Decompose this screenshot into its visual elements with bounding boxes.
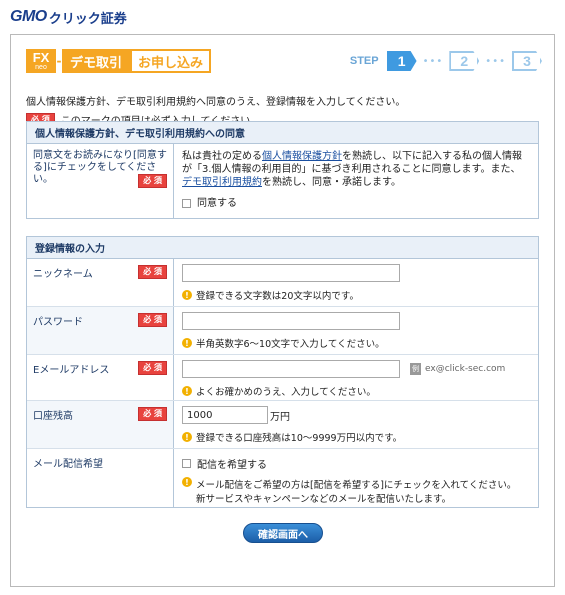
demo-title: デモ取引 <box>62 49 131 73</box>
email-row: Eメールアドレス 必 須 例 ex@click-sec.com ! よくお確かめ… <box>27 355 538 401</box>
info-icon: ! <box>182 432 192 442</box>
page-header: FX neo - デモ取引 お申し込み <box>26 49 212 73</box>
nickname-input[interactable] <box>182 264 400 282</box>
password-label: パスワード <box>33 317 83 328</box>
password-hint-text: 半角英数字6～10文字で入力してください。 <box>196 339 385 350</box>
info-icon: ! <box>182 338 192 348</box>
consent-body: 私は貴社の定める個人情報保護方針を熟読し、以下に記入する私の個人情報が「3.個人… <box>174 144 538 218</box>
consent-title: 個人情報保護方針、デモ取引利用規約への同意 <box>27 122 538 144</box>
balance-hint-text: 登録できる口座残高は10～9999万円以内です。 <box>196 433 403 444</box>
nickname-row: ニックネーム 必 須 ! 登録できる文字数は20文字以内です。 <box>27 259 538 307</box>
balance-row: 口座残高 必 須 1000 万円 ! 登録できる口座残高は10～9999万円以内… <box>27 401 538 449</box>
privacy-policy-link[interactable]: 個人情報保護方針 <box>262 151 342 162</box>
email-label: Eメールアドレス <box>33 365 110 376</box>
consent-section: 個人情報保護方針、デモ取引利用規約への同意 同意文をお読みになり[同意する]にチ… <box>26 121 539 219</box>
password-row: パスワード 必 須 ! 半角英数字6～10文字で入力してください。 <box>27 307 538 355</box>
required-badge: 必 須 <box>138 361 167 375</box>
demo-terms-link[interactable]: デモ取引利用規約 <box>182 177 262 188</box>
balance-unit: 万円 <box>270 411 290 423</box>
info-icon: ! <box>182 290 192 300</box>
mail-hint: ! メール配信をご希望の方は[配信を希望する]にチェックを入れてください。 新サ… <box>182 477 530 505</box>
info-icon: ! <box>182 386 192 396</box>
agree-checkbox[interactable] <box>182 199 191 208</box>
nickname-hint-text: 登録できる文字数は20文字以内です。 <box>196 291 359 302</box>
logo-brand: GMO <box>10 8 47 25</box>
example-badge: 例 <box>410 363 421 375</box>
logo: GMO クリック証券 <box>10 6 127 28</box>
apply-title: お申し込み <box>130 49 212 73</box>
balance-input[interactable]: 1000 <box>182 406 268 424</box>
nickname-label: ニックネーム <box>33 269 93 280</box>
balance-hint: ! 登録できる口座残高は10～9999万円以内です。 <box>182 430 530 444</box>
step-2: 2 <box>449 51 479 71</box>
mail-checkbox-label[interactable]: 配信を希望する <box>197 456 267 471</box>
fx-badge-label: FX <box>32 50 50 65</box>
step-dots: ••• <box>422 55 444 67</box>
agree-checkbox-label[interactable]: 同意する <box>197 197 237 210</box>
password-hint: ! 半角英数字6～10文字で入力してください。 <box>182 336 530 350</box>
consent-text-a: 私は貴社の定める <box>182 151 262 162</box>
logo-product: クリック証券 <box>48 11 127 27</box>
step-1: 1 <box>386 51 417 71</box>
step-3: 3 <box>512 51 542 71</box>
mail-row: メール配信希望 配信を希望する ! メール配信をご希望の方は[配信を希望する]に… <box>27 449 538 507</box>
mail-checkbox[interactable] <box>182 459 191 468</box>
password-input[interactable] <box>182 312 400 330</box>
email-example-text: ex@click-sec.com <box>425 364 506 374</box>
registration-title: 登録情報の入力 <box>27 237 538 259</box>
step-dots: ••• <box>485 55 506 67</box>
mail-hint-line2: 新サービスやキャンペーンなどのメールを配信いたします。 <box>196 494 452 505</box>
info-icon: ! <box>182 477 192 487</box>
mail-hint-line1: メール配信をご希望の方は[配信を希望する]にチェックを入れてください。 <box>196 480 517 491</box>
nickname-hint: ! 登録できる文字数は20文字以内です。 <box>182 288 530 302</box>
fx-neo-badge: FX neo <box>26 49 56 73</box>
step-label: STEP <box>349 55 379 67</box>
email-input[interactable] <box>182 360 400 378</box>
required-badge: 必 須 <box>138 407 167 421</box>
intro-line1: 個人情報保護方針、デモ取引利用規約へ同意のうえ、登録情報を入力してください。 <box>26 97 406 108</box>
balance-label: 口座残高 <box>33 411 73 422</box>
confirm-button[interactable]: 確認画面へ <box>243 523 323 543</box>
required-badge: 必 須 <box>138 174 167 188</box>
registration-section: 登録情報の入力 ニックネーム 必 須 ! 登録できる文字数は20文字以内です。 … <box>26 236 539 508</box>
email-hint-text: よくお確かめのうえ、入力してください。 <box>196 387 376 398</box>
required-badge: 必 須 <box>138 313 167 327</box>
agree-checkbox-row[interactable]: 同意する <box>182 197 530 210</box>
consent-text-c: を熟読し、同意・承諾します。 <box>262 177 401 188</box>
email-hint: ! よくお確かめのうえ、入力してください。 <box>182 384 530 398</box>
step-indicator: STEP 1 ••• 2 ••• 3 <box>350 51 542 71</box>
required-badge: 必 須 <box>138 265 167 279</box>
email-example: 例 ex@click-sec.com <box>410 363 505 375</box>
consent-instruction: 同意文をお読みになり[同意する]にチェックをしてください。 必 須 <box>27 144 174 218</box>
main-panel: FX neo - デモ取引 お申し込み STEP 1 ••• 2 ••• 3 個… <box>10 34 555 587</box>
fx-badge-sub: neo <box>35 64 47 71</box>
mail-checkbox-row[interactable]: 配信を希望する <box>182 456 530 471</box>
mail-label: メール配信希望 <box>33 459 103 470</box>
